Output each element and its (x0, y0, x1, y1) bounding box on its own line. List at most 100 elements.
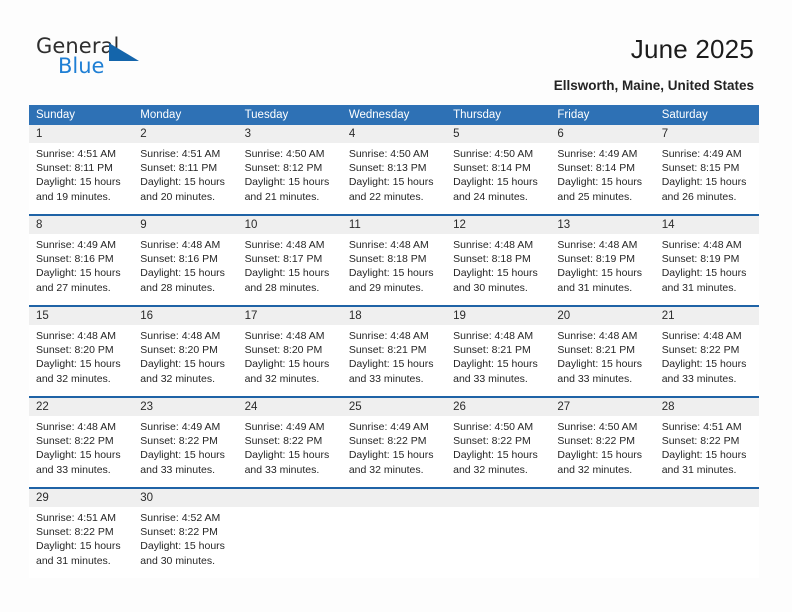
calendar-day-cell[interactable]: 17 Sunrise: 4:48 AM Sunset: 8:20 PM Dayligh… (237, 305, 342, 397)
calendar-day-cell[interactable]: 6 Sunrise: 4:49 AM Sunset: 8:14 PM Daylight… (550, 125, 655, 215)
calendar-day-cell[interactable]: 3 Sunrise: 4:50 AM Sunset: 8:12 PM Daylight… (237, 125, 342, 215)
daylight-duration-line1: Daylight: 15 hours (36, 358, 121, 371)
calendar-day-cell[interactable]: 8 Sunrise: 4:49 AM Sunset: 8:16 PM Daylight… (29, 214, 134, 306)
daylight-duration-line2: and 31 minutes. (557, 281, 633, 294)
daylight-duration-line1: Daylight: 15 hours (453, 176, 538, 189)
calendar-day-cell[interactable]: 18 Sunrise: 4:48 AM Sunset: 8:21 PM Dayligh… (341, 305, 447, 397)
calendar-day-cell[interactable]: 10 Sunrise: 4:48 AM Sunset: 8:17 PM Dayligh… (237, 214, 342, 306)
day-details: Sunrise: 4:51 AM Sunset: 8:11 PM Daylight:… (29, 143, 133, 204)
calendar-day-cell[interactable]: 21 Sunrise: 4:48 AM Sunset: 8:22 PM Dayligh… (654, 305, 759, 397)
daylight-duration-line2: and 31 minutes. (36, 554, 111, 567)
calendar-day-cell[interactable]: 14 Sunrise: 4:48 AM Sunset: 8:19 PM Dayligh… (654, 214, 759, 306)
calendar-day-cell[interactable]: 27 Sunrise: 4:50 AM Sunset: 8:22 PM Dayligh… (550, 396, 655, 488)
sunset-time: Sunset: 8:21 PM (348, 344, 427, 357)
calendar-day-cell[interactable]: 15 Sunrise: 4:48 AM Sunset: 8:20 PM Dayligh… (29, 305, 134, 397)
day-details: Sunrise: 4:50 AM Sunset: 8:22 PM Daylight:… (550, 416, 654, 477)
sunrise-time: Sunrise: 4:50 AM (557, 421, 638, 433)
sunset-time: Sunset: 8:22 PM (36, 435, 114, 448)
day-number: 29 (29, 489, 134, 507)
sunrise-time: Sunrise: 4:48 AM (140, 239, 221, 251)
day-number: 19 (446, 307, 551, 325)
day-number (550, 489, 655, 507)
sunrise-time: Sunrise: 4:48 AM (661, 330, 742, 342)
daylight-duration-line2: and 32 minutes. (244, 372, 320, 385)
sunrise-time: Sunrise: 4:51 AM (140, 148, 221, 160)
calendar-week-row: 29 Sunrise: 4:51 AM Sunset: 8:22 PM Dayligh… (29, 487, 759, 578)
calendar-day-cell[interactable]: 26 Sunrise: 4:50 AM Sunset: 8:22 PM Dayligh… (446, 396, 551, 488)
calendar-day-cell[interactable]: 23 Sunrise: 4:49 AM Sunset: 8:22 PM Dayligh… (133, 396, 238, 488)
calendar-day-cell[interactable]: 11 Sunrise: 4:48 AM Sunset: 8:18 PM Dayligh… (341, 214, 447, 306)
day-number: 8 (29, 216, 134, 234)
calendar-day-cell[interactable]: 29 Sunrise: 4:51 AM Sunset: 8:22 PM Dayligh… (29, 487, 134, 578)
daylight-duration-line2: and 33 minutes. (661, 372, 737, 385)
daylight-duration-line2: and 32 minutes. (348, 463, 424, 476)
day-details: Sunrise: 4:48 AM Sunset: 8:19 PM Daylight:… (655, 234, 759, 295)
logo-triangle-icon (109, 43, 139, 61)
calendar-day-cell[interactable]: 24 Sunrise: 4:49 AM Sunset: 8:22 PM Dayligh… (237, 396, 342, 488)
day-number: 30 (133, 489, 238, 507)
calendar-day-cell[interactable]: 25 Sunrise: 4:49 AM Sunset: 8:22 PM Dayligh… (341, 396, 447, 488)
day-details: Sunrise: 4:49 AM Sunset: 8:22 PM Daylight:… (342, 416, 446, 477)
day-number (446, 489, 551, 507)
day-details: Sunrise: 4:48 AM Sunset: 8:20 PM Daylight:… (29, 325, 133, 386)
daylight-duration-line1: Daylight: 15 hours (36, 540, 121, 553)
daylight-duration-line1: Daylight: 15 hours (661, 176, 747, 189)
calendar-day-cell[interactable]: 19 Sunrise: 4:48 AM Sunset: 8:21 PM Dayligh… (446, 305, 551, 397)
sunset-time: Sunset: 8:21 PM (453, 344, 531, 357)
calendar-day-cell[interactable]: 16 Sunrise: 4:48 AM Sunset: 8:20 PM Dayligh… (133, 305, 238, 397)
sunrise-time: Sunrise: 4:48 AM (453, 239, 534, 251)
daylight-duration-line2: and 33 minutes. (140, 463, 215, 476)
daylight-duration-line2: and 22 minutes. (348, 190, 424, 203)
daylight-duration-line2: and 21 minutes. (244, 190, 320, 203)
calendar-day-cell[interactable]: 2 Sunrise: 4:51 AM Sunset: 8:11 PM Daylight… (133, 125, 238, 215)
calendar-day-cell[interactable]: 28 Sunrise: 4:51 AM Sunset: 8:22 PM Dayligh… (654, 396, 759, 488)
sunset-time: Sunset: 8:22 PM (244, 435, 323, 448)
daylight-duration-line1: Daylight: 15 hours (140, 358, 225, 371)
day-number: 16 (133, 307, 238, 325)
weekday-header-monday: Monday (133, 105, 238, 125)
calendar-day-cell[interactable]: 13 Sunrise: 4:48 AM Sunset: 8:19 PM Dayligh… (550, 214, 655, 306)
day-details: Sunrise: 4:48 AM Sunset: 8:22 PM Daylight:… (655, 325, 759, 386)
sunrise-time: Sunrise: 4:50 AM (453, 421, 534, 433)
day-details: Sunrise: 4:48 AM Sunset: 8:18 PM Daylight:… (446, 234, 550, 295)
calendar-week-row: 22 Sunrise: 4:48 AM Sunset: 8:22 PM Dayligh… (29, 396, 759, 488)
calendar-page: General Blue June 2025 Ellsworth, Maine,… (0, 0, 792, 612)
sunrise-time: Sunrise: 4:51 AM (36, 148, 116, 160)
daylight-duration-line1: Daylight: 15 hours (140, 540, 225, 553)
daylight-duration-line1: Daylight: 15 hours (348, 267, 434, 280)
logo-text-blue: Blue (58, 54, 105, 78)
calendar-day-cell[interactable]: 5 Sunrise: 4:50 AM Sunset: 8:14 PM Daylight… (446, 125, 551, 215)
calendar-day-cell[interactable]: 7 Sunrise: 4:49 AM Sunset: 8:15 PM Daylight… (654, 125, 759, 215)
day-details: Sunrise: 4:49 AM Sunset: 8:22 PM Daylight:… (133, 416, 237, 477)
daylight-duration-line2: and 28 minutes. (140, 281, 215, 294)
sunset-time: Sunset: 8:14 PM (557, 162, 636, 175)
weekday-header-sunday: Sunday (29, 105, 134, 125)
day-number: 12 (446, 216, 551, 234)
daylight-duration-line1: Daylight: 15 hours (557, 358, 643, 371)
calendar-week-row: 1 Sunrise: 4:51 AM Sunset: 8:11 PM Daylight… (29, 125, 759, 215)
calendar-day-cell[interactable]: 22 Sunrise: 4:48 AM Sunset: 8:22 PM Dayligh… (29, 396, 134, 488)
sunrise-time: Sunrise: 4:48 AM (557, 239, 638, 251)
day-number (654, 489, 759, 507)
daylight-duration-line1: Daylight: 15 hours (348, 449, 434, 462)
calendar-day-cell-empty (446, 487, 551, 578)
day-number: 27 (550, 398, 655, 416)
calendar-day-cell-empty (237, 487, 342, 578)
calendar-day-cell[interactable]: 20 Sunrise: 4:48 AM Sunset: 8:21 PM Dayligh… (550, 305, 655, 397)
daylight-duration-line2: and 25 minutes. (557, 190, 633, 203)
general-blue-logo[interactable]: General Blue (36, 34, 156, 84)
calendar-day-cell[interactable]: 30 Sunrise: 4:52 AM Sunset: 8:22 PM Dayligh… (133, 487, 238, 578)
calendar-day-cell[interactable]: 9 Sunrise: 4:48 AM Sunset: 8:16 PM Daylight… (133, 214, 238, 306)
daylight-duration-line2: and 19 minutes. (36, 190, 111, 203)
sunrise-time: Sunrise: 4:48 AM (348, 239, 429, 251)
daylight-duration-line2: and 32 minutes. (453, 463, 528, 476)
page-header: General Blue June 2025 Ellsworth, Maine,… (0, 0, 792, 100)
calendar-day-cell[interactable]: 1 Sunrise: 4:51 AM Sunset: 8:11 PM Daylight… (29, 125, 134, 215)
day-number: 18 (341, 307, 447, 325)
day-details: Sunrise: 4:48 AM Sunset: 8:19 PM Daylight:… (550, 234, 654, 295)
calendar-day-cell-empty (654, 487, 759, 578)
sunset-time: Sunset: 8:22 PM (36, 526, 114, 539)
calendar-day-cell[interactable]: 12 Sunrise: 4:48 AM Sunset: 8:18 PM Dayligh… (446, 214, 551, 306)
calendar-day-cell[interactable]: 4 Sunrise: 4:50 AM Sunset: 8:13 PM Daylight… (341, 125, 447, 215)
sunrise-time: Sunrise: 4:48 AM (557, 330, 638, 342)
